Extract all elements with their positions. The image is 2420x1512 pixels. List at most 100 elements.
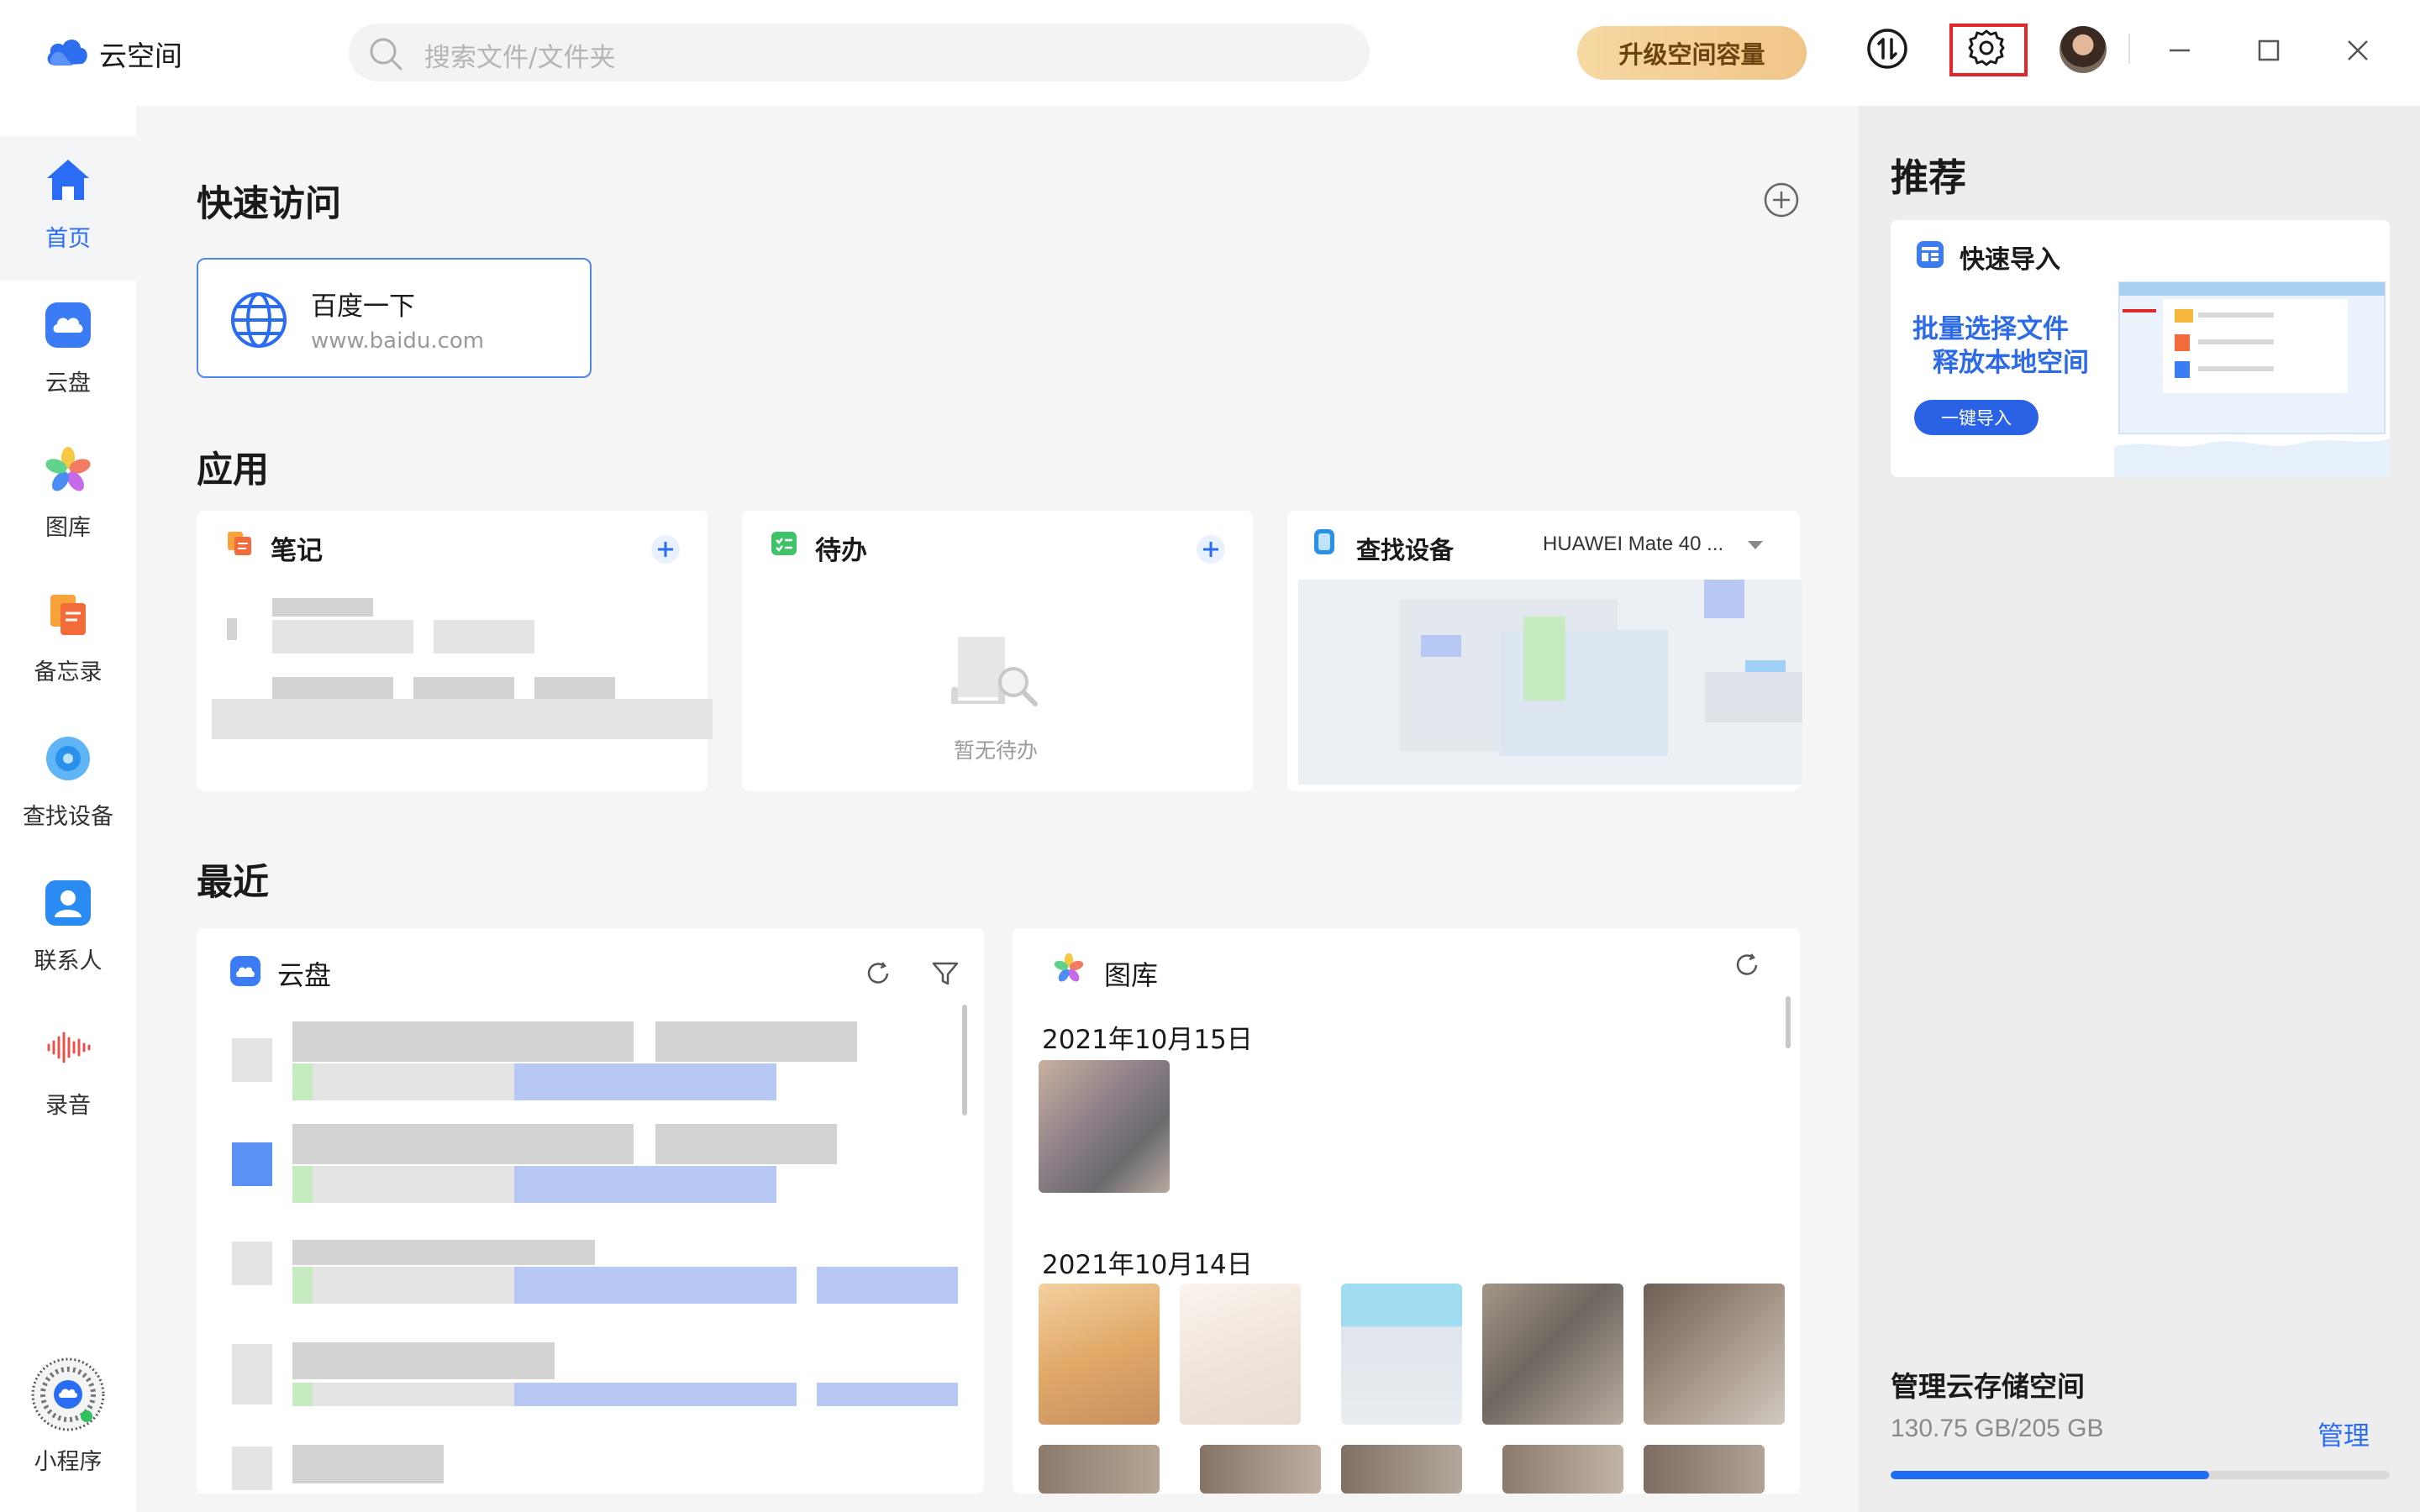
gallery-date-label: 2021年10月15日 bbox=[1042, 1025, 1253, 1055]
storage-title: 管理云存储空间 bbox=[1891, 1370, 2085, 1403]
blurred-file-meta bbox=[817, 1383, 958, 1406]
device-select[interactable]: HUAWEI Mate 40 ... bbox=[1543, 533, 1723, 556]
refresh-icon[interactable] bbox=[862, 958, 894, 990]
gallery-date-label: 2021年10月14日 bbox=[1042, 1250, 1253, 1280]
blurred-note-marker bbox=[227, 618, 237, 640]
cloud-logo-icon bbox=[47, 39, 87, 66]
nav-item-gallery[interactable]: 图库 bbox=[0, 425, 136, 551]
one-click-import-button[interactable]: 一键导入 bbox=[1914, 400, 2039, 435]
blurred-file-meta bbox=[817, 1267, 958, 1304]
close-icon[interactable] bbox=[2338, 30, 2378, 71]
photo-thumbnail[interactable] bbox=[1644, 1284, 1785, 1425]
photo-thumbnail[interactable] bbox=[1341, 1445, 1462, 1494]
photo-thumbnail[interactable] bbox=[1502, 1445, 1623, 1494]
blurred-note-line bbox=[272, 620, 413, 654]
title-divider bbox=[2128, 34, 2130, 64]
blurred-note-line bbox=[272, 598, 373, 617]
add-todo-icon[interactable] bbox=[1196, 534, 1226, 564]
todo-empty-text: 暂无待办 bbox=[953, 738, 1038, 763]
blurred-file-icon bbox=[232, 1142, 272, 1186]
recent-gallery-title: 图库 bbox=[1104, 959, 1159, 991]
quick-access-title: 快速访问 bbox=[197, 183, 341, 225]
nav-item-memo[interactable]: 备忘录 bbox=[0, 570, 136, 696]
blurred-file-meta bbox=[514, 1063, 776, 1100]
nav-item-cloud-drive[interactable]: 云盘 bbox=[0, 281, 136, 407]
nav-label-gallery: 图库 bbox=[45, 515, 91, 541]
nav-label-memo: 备忘录 bbox=[34, 659, 103, 685]
gear-icon[interactable] bbox=[1966, 28, 2007, 68]
nav-label-home: 首页 bbox=[45, 226, 91, 252]
nav-item-home[interactable]: 首页 bbox=[0, 136, 136, 262]
avatar[interactable] bbox=[2060, 26, 2107, 73]
filter-icon[interactable] bbox=[929, 958, 961, 990]
gallery-icon bbox=[45, 447, 91, 491]
device-map[interactable] bbox=[1298, 580, 1802, 785]
photo-thumbnail[interactable] bbox=[1482, 1284, 1623, 1425]
find-device-title: 查找设备 bbox=[1356, 536, 1455, 564]
transfer-icon[interactable] bbox=[1865, 27, 1909, 71]
blurred-file-tag bbox=[292, 1267, 313, 1304]
blurred-file-name bbox=[292, 1240, 595, 1265]
recent-title: 最近 bbox=[197, 862, 269, 904]
blurred-note-line bbox=[534, 677, 615, 699]
manage-storage-link[interactable]: 管理 bbox=[2317, 1415, 2370, 1452]
add-note-icon[interactable] bbox=[650, 534, 681, 564]
nav-item-mini-program[interactable]: 小程序 bbox=[0, 1357, 136, 1492]
search-input[interactable]: 搜索文件/文件夹 bbox=[349, 24, 1370, 81]
nav-label-mini-program: 小程序 bbox=[34, 1449, 103, 1475]
blurred-file-meta bbox=[313, 1383, 514, 1406]
photo-thumbnail[interactable] bbox=[1039, 1445, 1160, 1494]
nav-label-cloud-drive: 云盘 bbox=[45, 370, 91, 396]
blurred-file-name bbox=[292, 1342, 555, 1379]
chevron-down-icon[interactable] bbox=[1748, 541, 1763, 549]
minimize-icon[interactable] bbox=[2160, 30, 2200, 71]
search-placeholder: 搜索文件/文件夹 bbox=[424, 43, 616, 73]
import-icon bbox=[1917, 241, 1944, 268]
contacts-icon bbox=[45, 880, 91, 926]
blurred-file-icon bbox=[232, 1344, 272, 1404]
photo-thumbnail[interactable] bbox=[1200, 1445, 1321, 1494]
refresh-icon[interactable] bbox=[1731, 949, 1763, 981]
memo-icon bbox=[50, 595, 86, 635]
blurred-note-line bbox=[434, 620, 534, 654]
blurred-file-name bbox=[292, 1124, 634, 1164]
blurred-file-tag bbox=[292, 1063, 313, 1100]
storage-progress-fill bbox=[1891, 1471, 2209, 1479]
todo-title: 待办 bbox=[815, 536, 867, 566]
empty-todo-icon bbox=[951, 637, 1038, 706]
nav-item-contacts[interactable]: 联系人 bbox=[0, 858, 136, 984]
nav-label-recorder: 录音 bbox=[45, 1093, 91, 1119]
promo-line1: 批量选择文件 bbox=[1912, 314, 2069, 344]
add-quick-access-icon[interactable] bbox=[1762, 181, 1801, 219]
blurred-file-icon bbox=[232, 1446, 272, 1490]
maximize-icon[interactable] bbox=[2249, 30, 2289, 71]
photo-thumbnail[interactable] bbox=[1180, 1284, 1301, 1425]
blurred-file-name bbox=[655, 1124, 837, 1164]
left-nav: 首页 云盘 图库 备忘录 查找设备 联系人 录音 小程序 bbox=[0, 106, 136, 1512]
quick-access-item[interactable]: 百度一下 www.baidu.com bbox=[197, 258, 592, 378]
recommend-title: 推荐 bbox=[1891, 155, 1967, 200]
recent-drive-title: 云盘 bbox=[277, 959, 332, 991]
photo-thumbnail[interactable] bbox=[1341, 1284, 1462, 1425]
nav-item-find-device[interactable]: 查找设备 bbox=[0, 714, 136, 840]
photo-thumbnail[interactable] bbox=[1039, 1284, 1160, 1425]
globe-icon bbox=[231, 292, 287, 348]
gallery-scrollbar[interactable] bbox=[1786, 996, 1791, 1048]
quick-import-promo[interactable]: 快速导入 批量选择文件 释放本地空间 一键导入 bbox=[1891, 220, 2390, 477]
blurred-file-icon bbox=[232, 1038, 272, 1082]
find-device-icon bbox=[46, 737, 90, 780]
nav-item-recorder[interactable]: 录音 bbox=[0, 1003, 136, 1129]
blurred-note-line bbox=[413, 677, 514, 699]
upgrade-storage-button[interactable]: 升级空间容量 bbox=[1577, 26, 1807, 80]
blurred-file-name bbox=[292, 1445, 444, 1483]
blurred-file-icon bbox=[232, 1242, 272, 1285]
drive-scrollbar[interactable] bbox=[962, 1005, 967, 1116]
quick-access-title-text: 百度一下 bbox=[311, 291, 415, 322]
blurred-file-meta bbox=[514, 1267, 797, 1304]
todo-icon bbox=[771, 532, 797, 555]
qr-code-icon bbox=[31, 1357, 105, 1431]
photo-thumbnail[interactable] bbox=[1039, 1060, 1170, 1193]
blurred-file-meta bbox=[514, 1383, 797, 1406]
photo-thumbnail[interactable] bbox=[1644, 1445, 1765, 1494]
nav-label-find-device: 查找设备 bbox=[23, 804, 113, 830]
